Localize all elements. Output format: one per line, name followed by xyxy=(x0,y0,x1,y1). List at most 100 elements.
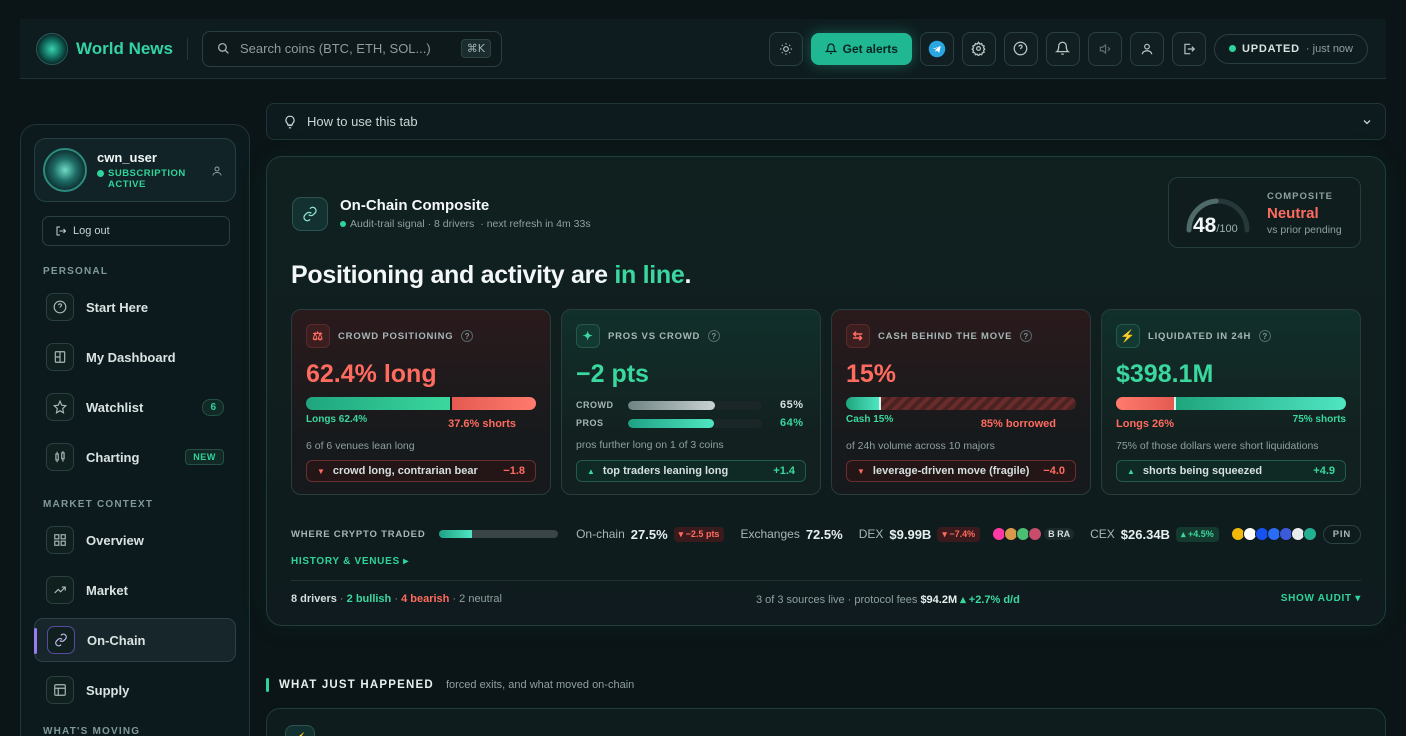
drivers-count: 8 drivers xyxy=(291,593,337,605)
sidebar-item-label: On-Chain xyxy=(87,632,146,648)
brand-name[interactable]: World News xyxy=(76,39,173,59)
info-icon[interactable]: ? xyxy=(461,330,474,342)
user-card: cwn_user SUBSCRIPTION ACTIVE xyxy=(34,138,236,202)
sidebar-item-overview[interactable]: Overview xyxy=(34,518,236,562)
cash-behind-move-card[interactable]: ⇆ CASH BEHIND THE MOVE ? 15% Cash 15% 85… xyxy=(831,309,1091,495)
sidebar-item-my-dashboard[interactable]: My Dashboard xyxy=(34,335,236,379)
notifications-button[interactable] xyxy=(1045,31,1080,66)
help-circle-icon xyxy=(46,293,74,321)
subscription-dot xyxy=(97,170,104,177)
info-icon[interactable]: ? xyxy=(1020,330,1033,342)
driver-pill: ▲ top traders leaning long +1.4 xyxy=(576,460,806,482)
card-title: PROS VS CROWD xyxy=(608,330,701,342)
pill-label: top traders leaning long xyxy=(602,465,729,477)
driver-pill: ▲ shorts being squeezed +4.9 xyxy=(1116,460,1346,482)
section-subtitle: forced exits, and what moved on-chain xyxy=(445,679,635,691)
sound-button[interactable] xyxy=(1087,31,1122,66)
shorts-label: 37.6% shorts xyxy=(448,418,516,430)
sidebar-item-label: Charting xyxy=(86,449,140,465)
bell-icon xyxy=(1055,41,1071,55)
info-icon[interactable]: ? xyxy=(708,330,721,342)
composite-score-card[interactable]: 48/100 COMPOSITE Neutral vs prior pendin… xyxy=(1168,177,1361,248)
brand-logo[interactable] xyxy=(36,32,68,65)
section-market-context: MARKET CONTEXT xyxy=(43,499,154,510)
short-segment xyxy=(449,397,536,410)
pros-bar-fill xyxy=(628,418,714,428)
info-icon[interactable]: ? xyxy=(1259,330,1272,342)
panel-footer: 8 drivers · 2 bullish · 4 bearish · 2 ne… xyxy=(291,580,1361,606)
lightbulb-icon xyxy=(285,115,295,128)
status-time: · just now xyxy=(1305,42,1353,55)
live-dot xyxy=(340,221,346,227)
show-audit-button[interactable]: SHOW AUDIT ▾ xyxy=(1281,593,1361,606)
sidebar-item-label: Start Here xyxy=(86,299,149,315)
card-note: pros further long on 1 of 3 coins xyxy=(576,439,724,451)
sidebar-item-watchlist[interactable]: Watchlist 6 xyxy=(34,385,236,429)
up-triangle-icon: ▲ xyxy=(587,466,595,476)
what-just-happened-header: WHAT JUST HAPPENED forced exits, and wha… xyxy=(266,678,634,692)
pill-value: +1.4 xyxy=(773,465,795,477)
exchanges-label: Exchanges xyxy=(740,527,800,541)
gear-icon xyxy=(971,41,987,56)
logout-button[interactable]: Log out xyxy=(42,216,230,246)
trend-up-icon xyxy=(46,576,74,604)
long-segment xyxy=(306,397,450,410)
on-chain-composite-panel: On-Chain Composite Audit-trail signal · … xyxy=(266,156,1386,626)
telegram-button[interactable] xyxy=(919,31,954,66)
shorts-liquidated-segment xyxy=(1175,397,1346,410)
longs-liquidated-segment xyxy=(1116,397,1176,410)
section-marker xyxy=(266,678,269,692)
search-input[interactable] xyxy=(239,41,451,56)
help-button[interactable] xyxy=(1003,31,1038,66)
card-note: 6 of 6 venues lean long xyxy=(306,440,415,452)
avatar[interactable] xyxy=(43,148,87,192)
pros-bar xyxy=(628,418,762,428)
pin-button[interactable]: PIN xyxy=(1322,524,1361,544)
sidebar-item-on-chain[interactable]: On-Chain xyxy=(34,618,236,662)
theme-toggle-button[interactable] xyxy=(768,31,803,66)
status-dot xyxy=(1228,45,1236,52)
lightning-icon: ⚡ xyxy=(1116,324,1140,348)
liquidated-24h-card[interactable]: ⚡ LIQUIDATED IN 24H ? $398.1M Longs 26% … xyxy=(1101,309,1361,495)
sign-out-button[interactable] xyxy=(1171,31,1206,66)
logout-icon xyxy=(1184,43,1196,54)
footer-sep: · xyxy=(391,593,402,605)
user-icon[interactable] xyxy=(211,165,223,177)
top-bar: World News ⌘K Get alerts UPDATED · just … xyxy=(20,19,1386,79)
panel-title: On-Chain Composite xyxy=(340,197,490,214)
crowd-positioning-card[interactable]: ⚖ CROWD POSITIONING ? 62.4% long Longs 6… xyxy=(291,309,551,495)
swap-icon: ⇆ xyxy=(846,324,870,348)
crowd-bar xyxy=(628,400,762,410)
traded-label: WHERE CRYPTO TRADED xyxy=(291,528,426,540)
dex-venue-icons[interactable]: B RA xyxy=(992,527,1075,541)
up-triangle-icon: ▲ xyxy=(1127,466,1135,476)
onchain-share-fill xyxy=(439,530,473,538)
profile-button[interactable] xyxy=(1129,31,1164,66)
sidebar-item-market[interactable]: Market xyxy=(34,568,236,612)
sidebar-item-supply[interactable]: Supply xyxy=(34,668,236,712)
history-venues-link[interactable]: HISTORY & VENUES ▸ xyxy=(291,556,409,567)
protocol-fees: $94.2M xyxy=(920,594,958,606)
how-to-use-accordion[interactable]: How to use this tab xyxy=(266,103,1386,140)
where-crypto-traded-row: WHERE CRYPTO TRADED On-chain 27.5% ▾ −2.… xyxy=(291,524,1361,544)
cex-venue-icons[interactable] xyxy=(1230,527,1317,541)
composite-note: vs prior pending xyxy=(1267,224,1342,236)
settings-button[interactable] xyxy=(961,31,996,66)
card-value: −2 pts xyxy=(576,360,649,388)
bearish-count: 4 bearish xyxy=(401,593,450,605)
long-short-bar xyxy=(306,397,536,410)
speaker-icon xyxy=(1099,43,1111,54)
driver-pill: ▼ crowd long, contrarian bear −1.8 xyxy=(306,460,536,482)
pros-label: PROS xyxy=(576,418,604,428)
composite-state: Neutral xyxy=(1267,205,1319,222)
get-alerts-button[interactable]: Get alerts xyxy=(810,32,912,65)
search-box[interactable]: ⌘K xyxy=(201,30,502,67)
sidebar-item-charting[interactable]: Charting NEW xyxy=(34,435,236,479)
pros-vs-crowd-card[interactable]: ✦ PROS VS CROWD ? −2 pts CROWD 65% PROS … xyxy=(561,309,821,495)
link-icon xyxy=(292,197,328,231)
lightning-icon: ⚡ xyxy=(285,725,315,736)
cash-label: Cash 15% xyxy=(846,414,894,425)
star-icon xyxy=(46,393,74,421)
sidebar-item-label: Market xyxy=(86,582,128,598)
sidebar-item-start-here[interactable]: Start Here xyxy=(34,285,236,329)
